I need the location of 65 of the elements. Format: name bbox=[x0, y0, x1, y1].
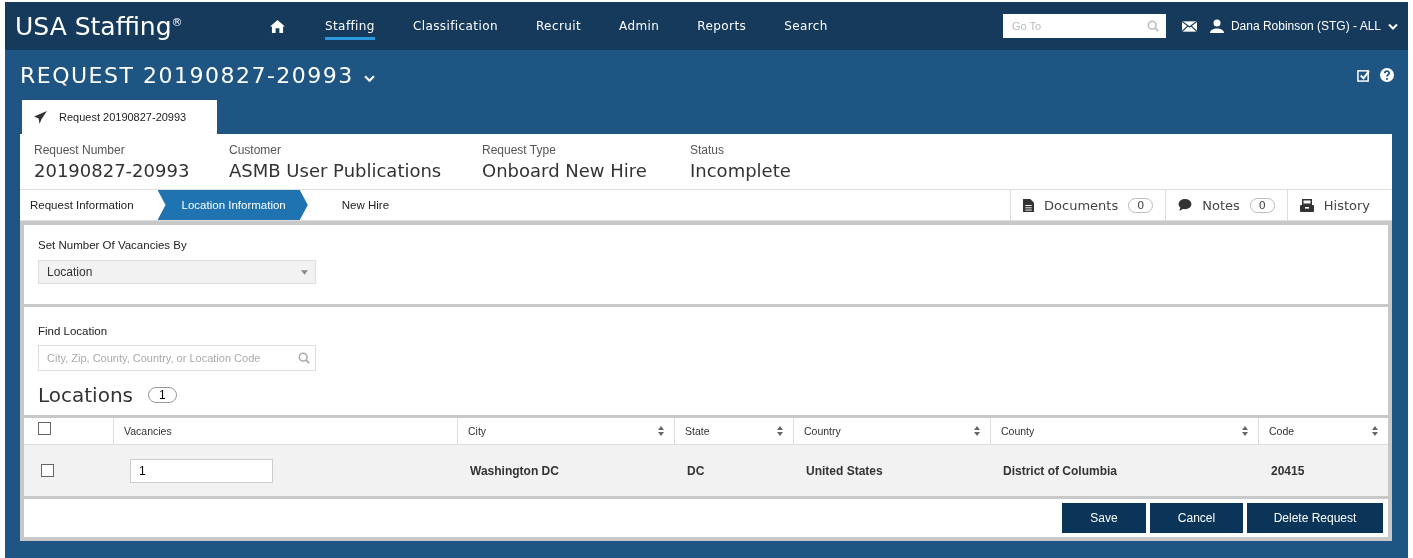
find-location-field[interactable]: City, Zip, County, Country, or Location Code bbox=[38, 345, 316, 371]
nav-link[interactable]: Recruit bbox=[535, 15, 582, 40]
wizard-step[interactable]: Location Information bbox=[157, 190, 308, 220]
sort-icon[interactable] bbox=[974, 426, 980, 436]
field-value: Incomplete bbox=[690, 159, 791, 181]
cancel-button[interactable]: Cancel bbox=[1150, 503, 1243, 533]
nav-link[interactable]: Staffing bbox=[325, 15, 375, 40]
dropdown-arrow-icon bbox=[301, 269, 308, 275]
field-value: Onboard New Hire bbox=[482, 159, 648, 181]
home-icon[interactable] bbox=[270, 19, 285, 33]
field-label: Customer bbox=[229, 142, 282, 157]
select-all-checkbox[interactable] bbox=[38, 422, 51, 435]
column-header[interactable]: County bbox=[990, 418, 1258, 444]
table-cell: District of Columbia bbox=[1003, 463, 1117, 478]
field-label: Request Type bbox=[482, 142, 557, 157]
sort-icon[interactable] bbox=[777, 426, 783, 436]
help-icon[interactable] bbox=[1380, 68, 1394, 82]
vacancies-input[interactable]: 1 bbox=[130, 458, 273, 483]
column-header[interactable]: State bbox=[674, 418, 793, 444]
delete-button[interactable]: Delete Request bbox=[1247, 503, 1383, 533]
table-cell: United States bbox=[806, 463, 883, 478]
column-header[interactable]: City bbox=[457, 418, 674, 444]
wizard-step[interactable]: Request Information bbox=[20, 190, 158, 220]
side-tab[interactable]: Documents 0 bbox=[1010, 190, 1166, 220]
column-header[interactable]: Code bbox=[1258, 418, 1388, 444]
archive-icon bbox=[1299, 198, 1314, 212]
paper-plane-icon bbox=[34, 110, 47, 124]
chevron-down-icon[interactable] bbox=[363, 74, 375, 82]
side-tab[interactable]: Notes 0 bbox=[1165, 190, 1287, 220]
vacancies-by-dropdown[interactable]: Location bbox=[38, 260, 316, 284]
table-cell: 20415 bbox=[1271, 463, 1305, 478]
speech-bubble-icon bbox=[1178, 199, 1193, 211]
checkbox-icon[interactable] bbox=[1357, 68, 1370, 82]
side-tab[interactable]: History bbox=[1286, 190, 1392, 220]
column-header[interactable]: Country bbox=[793, 418, 990, 444]
field-label: Find Location bbox=[38, 325, 109, 337]
search-icon bbox=[1146, 20, 1159, 32]
nav-link[interactable]: Classification bbox=[412, 15, 498, 40]
nav-link[interactable]: Admin bbox=[619, 15, 660, 40]
mail-icon[interactable] bbox=[1181, 20, 1197, 32]
nav-link[interactable]: Reports bbox=[697, 15, 747, 40]
nav-link[interactable]: Search bbox=[784, 15, 828, 40]
field-value: 20190827-20993 bbox=[34, 159, 191, 181]
sort-icon[interactable] bbox=[658, 426, 664, 436]
column-header[interactable]: Vacancies bbox=[113, 418, 457, 444]
chevron-down-icon bbox=[1388, 22, 1398, 30]
table-cell: Washington DC bbox=[470, 463, 559, 478]
table-cell: DC bbox=[687, 463, 705, 478]
row-checkbox[interactable] bbox=[41, 464, 54, 477]
field-value: ASMB User Publications bbox=[229, 159, 443, 181]
sort-icon[interactable] bbox=[1242, 426, 1248, 436]
search-icon bbox=[298, 352, 310, 364]
page-title: REQUEST 20190827-20993 bbox=[20, 62, 354, 88]
go-to-field[interactable]: Go To bbox=[1002, 14, 1166, 38]
field-label: Status bbox=[690, 142, 726, 157]
save-button[interactable]: Save bbox=[1062, 503, 1146, 533]
field-label: Request Number bbox=[34, 142, 126, 157]
user-menu[interactable]: Dana Robinson (STG) - ALL bbox=[1209, 19, 1398, 33]
sort-icon[interactable] bbox=[1372, 426, 1378, 436]
request-tab[interactable]: Request 20190827-20993 bbox=[22, 100, 217, 134]
section-title: Locations bbox=[38, 383, 133, 407]
logo[interactable]: USA Staffing$^{®}$ bbox=[15, 11, 270, 41]
document-icon bbox=[1023, 198, 1035, 212]
user-icon bbox=[1209, 19, 1224, 33]
field-label: Set Number Of Vacancies By bbox=[38, 239, 188, 251]
